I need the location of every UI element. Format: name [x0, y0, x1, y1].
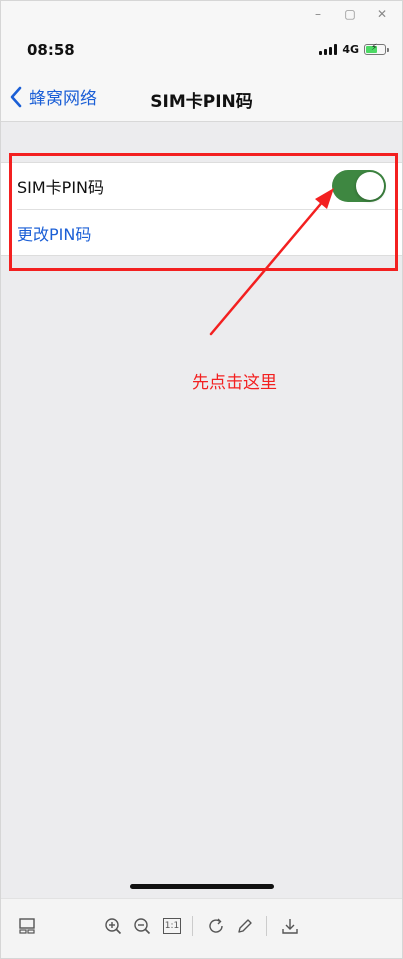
page-title: SIM卡PIN码 — [150, 92, 253, 112]
toolbar-divider — [192, 916, 193, 936]
rotate-icon[interactable] — [205, 915, 227, 937]
actual-size-label: 1:1 — [163, 918, 181, 934]
home-indicator[interactable] — [130, 884, 274, 889]
navigation-bar: 蜂窝网络 SIM卡PIN码 — [1, 74, 402, 122]
close-icon[interactable]: ✕ — [372, 5, 392, 23]
toolbar-divider — [266, 916, 267, 936]
viewer-toolbar: 1:1 — [1, 898, 402, 958]
window-controls: – ▢ ✕ — [1, 1, 402, 29]
maximize-icon[interactable]: ▢ — [340, 5, 360, 23]
annotation-text: 先点击这里 — [192, 373, 277, 393]
status-time: 08:58 — [27, 41, 75, 59]
minimize-icon[interactable]: – — [308, 5, 328, 23]
zoom-out-icon[interactable] — [131, 915, 153, 937]
toggle-knob — [356, 172, 384, 200]
download-icon[interactable] — [279, 915, 301, 937]
annotation-arrow-icon — [209, 188, 334, 336]
thumbnail-icon[interactable] — [16, 915, 38, 937]
sim-pin-row: SIM卡PIN码 — [1, 163, 402, 209]
battery-icon: ⚡ — [364, 43, 389, 55]
zoom-in-icon[interactable] — [102, 915, 124, 937]
actual-size-icon[interactable]: 1:1 — [161, 915, 183, 937]
sim-pin-settings-group: SIM卡PIN码 更改PIN码 — [1, 162, 402, 256]
status-indicators: 4G ⚡ — [319, 43, 389, 56]
signal-icon — [319, 44, 338, 55]
edit-icon[interactable] — [234, 915, 256, 937]
sim-pin-toggle[interactable] — [332, 170, 386, 202]
network-type: 4G — [342, 43, 359, 56]
status-bar: 08:58 4G ⚡ — [1, 28, 402, 74]
change-pin-link[interactable]: 更改PIN码 — [17, 221, 91, 245]
phone-screen: 08:58 4G ⚡ 蜂窝网络 SIM卡PIN码 SIM卡PIN码 更改PIN码… — [1, 28, 402, 898]
change-pin-row[interactable]: 更改PIN码 — [17, 209, 402, 255]
sim-pin-label: SIM卡PIN码 — [17, 178, 105, 197]
